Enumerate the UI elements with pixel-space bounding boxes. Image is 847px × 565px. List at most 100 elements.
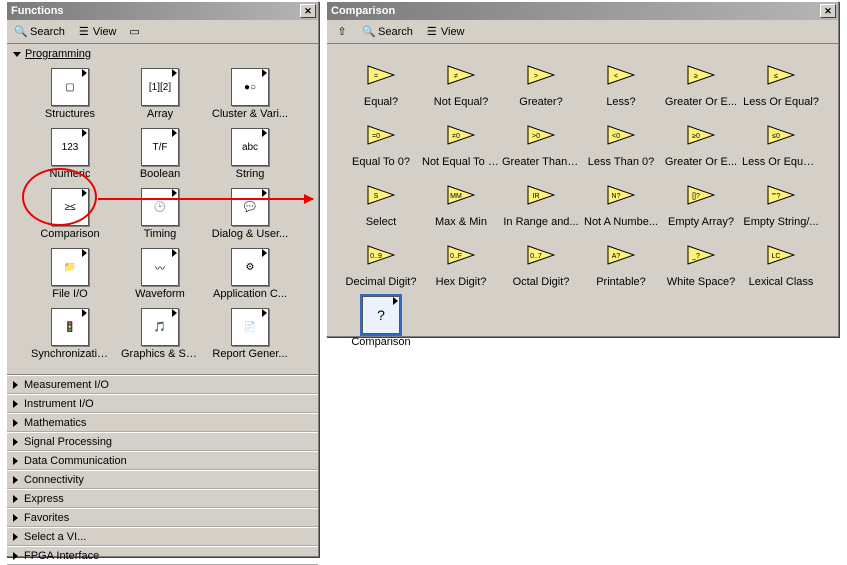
palette-item-decimal-digit[interactable]: 0..9Decimal Digit? [341,234,421,294]
palette-item-empty-array[interactable]: []?Empty Array? [661,174,741,234]
palette-item-less[interactable]: <Less? [581,54,661,114]
palette-item-waveform[interactable]: 〰Waveform [115,246,205,306]
chevron-right-icon [13,400,18,408]
category-row-mathematics[interactable]: Mathematics [7,413,318,432]
view-label: View [93,26,117,38]
palette-item-empty-string[interactable]: ""? Empty String/... [741,174,821,234]
category-row-measurement-i-o[interactable]: Measurement I/O [7,375,318,394]
item-label: Less? [606,96,635,108]
palette-item-greater[interactable]: >Greater? [501,54,581,114]
palette-item-white-space[interactable]: _?White Space? [661,234,741,294]
palette-item-greater-or-e[interactable]: ≥0Greater Or E... [661,114,741,174]
palette-item-greater-than-0[interactable]: >0Greater Than 0? [501,114,581,174]
palette-item-hex-digit[interactable]: 0..FHex Digit? [421,234,501,294]
comparison-node-icon: A? [607,245,635,265]
functions-titlebar[interactable]: Functions ✕ [7,2,318,20]
category-header-programming[interactable]: Programming [7,44,318,62]
palette-item-in-range-and[interactable]: IRIn Range and... [501,174,581,234]
item-icon: []? [682,176,720,214]
palette-item-synchronization[interactable]: 🚦Synchronization [25,306,115,366]
chevron-right-icon [13,514,18,522]
comparison-titlebar[interactable]: Comparison ✕ [327,2,838,20]
category-row-fpga-interface[interactable]: FPGA Interface [7,546,318,565]
close-icon[interactable]: ✕ [300,4,316,18]
item-label: Greater Or E... [665,156,737,168]
comparison-node-icon: LC [767,245,795,265]
item-label: Printable? [596,276,646,288]
subpalette-arrow-icon [170,129,178,137]
item-icon: 📁 [51,248,89,286]
palette-item-select[interactable]: SSelect [341,174,421,234]
view-label: View [441,26,465,38]
item-icon: S [362,176,400,214]
palette-item-greater-or-e[interactable]: ≥Greater Or E... [661,54,741,114]
palette-item-comparison[interactable]: ?Comparison [341,294,421,354]
search-button[interactable]: 🔍 Search [357,22,418,42]
palette-item-comparison[interactable]: ≥≤Comparison [25,186,115,246]
category-row-express[interactable]: Express [7,489,318,508]
palette-item-printable[interactable]: A? Printable? [581,234,661,294]
palette-item-less-or-equal[interactable]: ≤0Less Or Equal... [741,114,821,174]
comparison-node-icon: N? [607,185,635,205]
close-icon[interactable]: ✕ [820,4,836,18]
palette-item-structures[interactable]: ▢Structures [25,66,115,126]
search-icon: 🔍 [362,25,376,39]
item-icon: 0..F [442,236,480,274]
view-button[interactable]: ☰ View [72,22,122,42]
item-label: Equal? [364,96,398,108]
comparison-node-icon: > [527,65,555,85]
category-row-connectivity[interactable]: Connectivity [7,470,318,489]
category-row-favorites[interactable]: Favorites [7,508,318,527]
palette-item-not-equal-to-0[interactable]: ≠0Not Equal To 0? [421,114,501,174]
palette-item-array[interactable]: [1][2]Array [115,66,205,126]
svg-text:LC: LC [772,253,781,260]
comparison-node-icon: S [367,185,395,205]
svg-text:MM: MM [450,193,462,200]
palette-item-dialog-user[interactable]: 💬Dialog & User... [205,186,295,246]
palette-item-equal[interactable]: =Equal? [341,54,421,114]
item-icon: ≥ [682,56,720,94]
palette-item-less-or-equal[interactable]: ≤Less Or Equal? [741,54,821,114]
palette-item-max-min[interactable]: MMMax & Min [421,174,501,234]
category-row-instrument-i-o[interactable]: Instrument I/O [7,394,318,413]
palette-item-file-i-o[interactable]: 📁File I/O [25,246,115,306]
comparison-title: Comparison [331,5,820,17]
subpalette-arrow-icon [80,129,88,137]
palette-item-boolean[interactable]: T/FBoolean [115,126,205,186]
category-row-signal-processing[interactable]: Signal Processing [7,432,318,451]
svg-text:""?: ""? [772,193,781,200]
palette-item-numeric[interactable]: 123Numeric [25,126,115,186]
category-row-data-communication[interactable]: Data Communication [7,451,318,470]
palette-item-string[interactable]: abcString [205,126,295,186]
comparison-node-icon: >0 [527,125,555,145]
palette-item-not-equal[interactable]: ≠Not Equal? [421,54,501,114]
functions-toolbar: 🔍 Search ☰ View ▭ [7,20,318,44]
search-button[interactable]: 🔍 Search [9,22,70,42]
item-label: Lexical Class [749,276,814,288]
view-button[interactable]: ☰ View [420,22,470,42]
subpalette-arrow-icon [80,309,88,317]
palette-item-octal-digit[interactable]: 0..7Octal Digit? [501,234,581,294]
palette-item-lexical-class[interactable]: LC Lexical Class [741,234,821,294]
palette-item-not-a-numbe[interactable]: N?Not A Numbe... [581,174,661,234]
item-icon: ⚙ [231,248,269,286]
palette-item-report-gener[interactable]: 📄Report Gener... [205,306,295,366]
svg-text:>0: >0 [532,133,540,140]
comparison-node-icon: ""? [767,185,795,205]
item-label: Graphics & So... [121,348,199,360]
up-button[interactable]: ⇧ [329,22,355,42]
comparison-node-icon: MM [447,185,475,205]
palette-item-equal-to-0[interactable]: =0Equal To 0? [341,114,421,174]
item-label: Application C... [213,288,287,300]
item-label: Empty String/... [743,216,818,228]
palette-item-cluster-vari[interactable]: ●○Cluster & Vari... [205,66,295,126]
palette-item-less-than-0[interactable]: <0Less Than 0? [581,114,661,174]
svg-text:=0: =0 [372,133,380,140]
pin-button[interactable]: ▭ [124,22,146,42]
search-icon: 🔍 [14,25,28,39]
category-row-select-a-vi[interactable]: Select a VI... [7,527,318,546]
palette-item-graphics-so[interactable]: 🎵Graphics & So... [115,306,205,366]
palette-item-timing[interactable]: 🕑Timing [115,186,205,246]
item-label: Boolean [140,168,180,180]
palette-item-application-c[interactable]: ⚙ Application C... [205,246,295,306]
